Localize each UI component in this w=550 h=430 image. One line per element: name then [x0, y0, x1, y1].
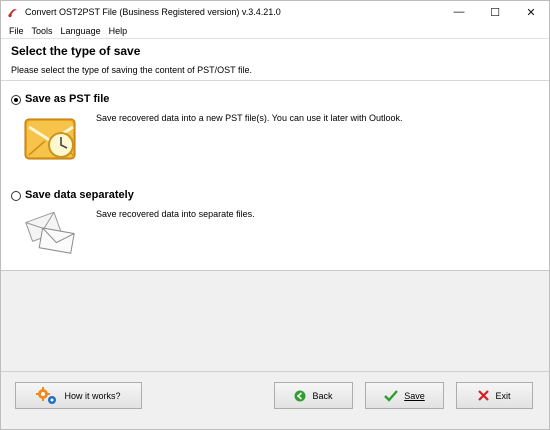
bottom-toolbar: How it works? Back Save Exit: [1, 371, 549, 429]
menu-help[interactable]: Help: [105, 26, 132, 36]
save-label: Save: [404, 390, 425, 401]
page-subtitle: Please select the type of saving the con…: [11, 65, 252, 75]
how-it-works-label: How it works?: [64, 390, 121, 401]
back-button[interactable]: Back: [274, 382, 353, 409]
save-options-panel: Save as PST file Save recovered data int…: [1, 81, 549, 271]
menu-language[interactable]: Language: [57, 26, 105, 36]
radio-save-as-pst[interactable]: [11, 95, 21, 105]
option-desc-save-as-pst: Save recovered data into a new PST file(…: [96, 113, 403, 123]
maximize-button[interactable]: ☐: [477, 1, 513, 23]
window-controls: — ☐ ✕: [441, 1, 549, 23]
menu-tools[interactable]: Tools: [28, 26, 57, 36]
outlook-envelope-icon: [23, 115, 81, 167]
app-logo-icon: [7, 6, 19, 18]
option-save-separately[interactable]: Save data separately Save recovered data…: [1, 181, 549, 271]
title-bar: Convert OST2PST File (Business Registere…: [1, 1, 549, 23]
option-label-save-separately[interactable]: Save data separately: [25, 189, 134, 201]
option-desc-save-separately: Save recovered data into separate files.: [96, 209, 255, 219]
save-button[interactable]: Save: [365, 382, 444, 409]
option-label-save-as-pst[interactable]: Save as PST file: [25, 93, 109, 105]
separate-envelopes-icon: [23, 209, 81, 259]
how-it-works-button[interactable]: How it works?: [15, 382, 142, 409]
radio-save-separately[interactable]: [11, 191, 21, 201]
page-header: Select the type of save Please select th…: [1, 38, 549, 81]
close-button[interactable]: ✕: [513, 1, 549, 23]
option-save-as-pst[interactable]: Save as PST file Save recovered data int…: [1, 81, 549, 181]
minimize-button[interactable]: —: [441, 1, 477, 23]
window-title: Convert OST2PST File (Business Registere…: [25, 7, 281, 17]
menu-bar: File Tools Language Help: [1, 23, 549, 38]
red-x-icon: [478, 390, 490, 401]
app-window: Convert OST2PST File (Business Registere…: [0, 0, 550, 430]
back-label: Back: [312, 390, 333, 401]
checkmark-icon: [384, 389, 399, 402]
exit-button[interactable]: Exit: [456, 382, 533, 409]
gears-icon: [36, 386, 58, 406]
back-arrow-icon: [294, 390, 306, 402]
exit-label: Exit: [495, 390, 511, 401]
menu-file[interactable]: File: [5, 26, 28, 36]
page-title: Select the type of save: [11, 44, 141, 58]
